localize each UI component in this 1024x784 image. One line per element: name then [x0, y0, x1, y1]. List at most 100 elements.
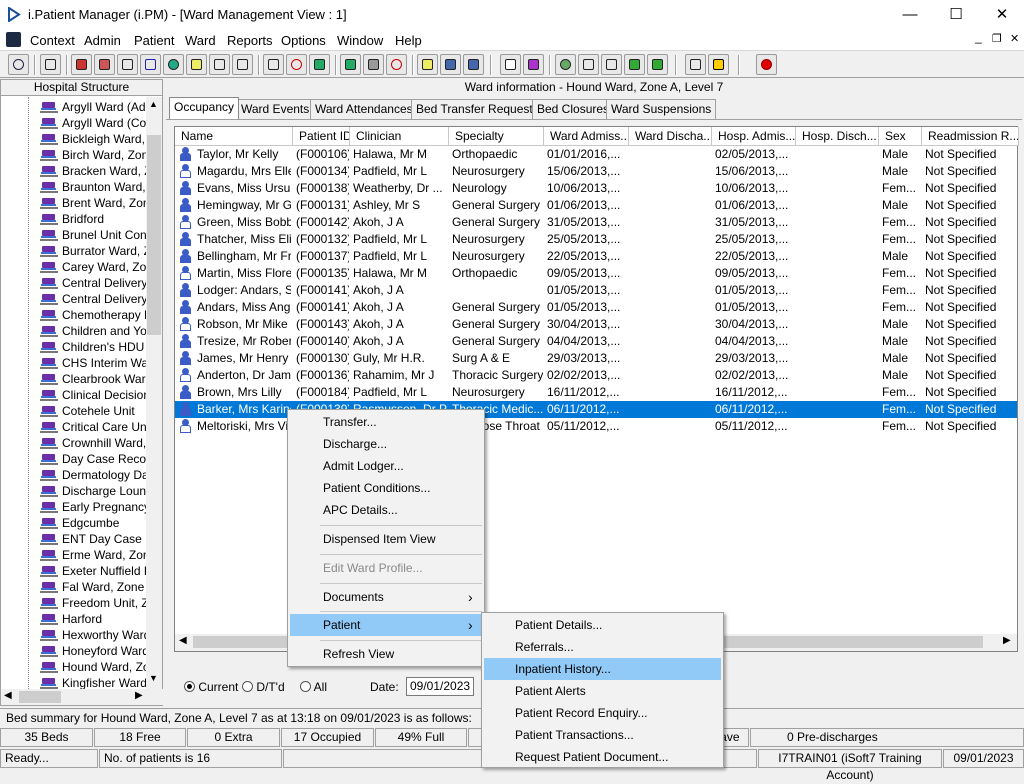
menu-ward[interactable]: Ward: [185, 33, 216, 48]
ambulance-icon[interactable]: [209, 54, 230, 75]
menu-reports[interactable]: Reports: [227, 33, 273, 48]
tab-bed-transfer-requests[interactable]: Bed Transfer Requests: [411, 99, 544, 119]
tree-item-ward[interactable]: Argyll Ward (Adul: [40, 100, 146, 116]
tree-item-ward[interactable]: Erme Ward, Zone: [40, 548, 146, 564]
menu-transfer[interactable]: Transfer...: [290, 411, 482, 433]
notepad-icon[interactable]: [417, 54, 438, 75]
tree-item-ward[interactable]: Burrator Ward, Zo: [40, 244, 146, 260]
menu-admin[interactable]: Admin: [84, 33, 121, 48]
tree-item-ward[interactable]: Clinical Decision U: [40, 388, 146, 404]
mail-icon[interactable]: [140, 54, 161, 75]
table-row[interactable]: James, Mr Henry (F000130) Guly, Mr H.R. Sur…: [175, 350, 1017, 367]
menu-patient-conditions[interactable]: Patient Conditions...: [290, 477, 482, 499]
tree-item-ward[interactable]: Crownhill Ward, Z: [40, 436, 146, 452]
transfer-icon[interactable]: [685, 54, 706, 75]
table-row[interactable]: Evans, Miss Ursul... (F000138) Weatherby, …: [175, 180, 1017, 197]
scroll-up-arrow[interactable]: ▲: [149, 99, 158, 109]
clipboard-icon[interactable]: [340, 54, 361, 75]
menu-referrals[interactable]: Referrals...: [484, 636, 721, 658]
column-header[interactable]: Specialty: [449, 127, 544, 146]
menu-patient[interactable]: Patient: [134, 33, 174, 48]
menu-patient[interactable]: Patient: [290, 614, 482, 636]
mdi-system-icon[interactable]: [6, 32, 21, 47]
date-field[interactable]: 09/01/2023: [406, 677, 474, 696]
menu-admit-lodger[interactable]: Admit Lodger...: [290, 455, 482, 477]
scroll-left-arrow[interactable]: ◀: [4, 690, 12, 701]
tab-occupancy[interactable]: Occupancy: [169, 97, 240, 119]
monitor-icon[interactable]: [309, 54, 330, 75]
menu-patient-details[interactable]: Patient Details...: [484, 614, 721, 636]
tree-item-ward[interactable]: Bickleigh Ward, Z: [40, 132, 146, 148]
tree-item-ward[interactable]: Discharge Loung: [40, 484, 146, 500]
tree-item-ward[interactable]: Exeter Nuffield He: [40, 564, 146, 580]
menu-context[interactable]: Context: [30, 33, 75, 48]
exit-icon[interactable]: [756, 54, 777, 75]
bar-chart-icon[interactable]: [523, 54, 544, 75]
menu-refresh-view[interactable]: Refresh View: [290, 643, 482, 665]
scroll-down-arrow[interactable]: ▼: [149, 673, 158, 683]
tree-item-ward[interactable]: Clearbrook Ward,: [40, 372, 146, 388]
review-icon[interactable]: [601, 54, 622, 75]
person-icon[interactable]: [163, 54, 184, 75]
tree-vertical-scrollbar[interactable]: ▲ ▼: [146, 97, 162, 689]
document-icon[interactable]: [500, 54, 521, 75]
table-row[interactable]: Andars, Miss Ang... (F000141) Akoh, J A Gen…: [175, 299, 1017, 316]
menu-help[interactable]: Help: [395, 33, 422, 48]
column-header[interactable]: Clinician: [350, 127, 449, 146]
column-header[interactable]: Name: [175, 127, 293, 146]
casenote-icon[interactable]: [71, 54, 92, 75]
tree-item-ward[interactable]: Argyll Ward (Cots: [40, 116, 146, 132]
table-row[interactable]: Martin, Miss Flore... (F000135) Halawa, Mr…: [175, 265, 1017, 282]
tree-item-ward[interactable]: Brunel Unit Contin: [40, 228, 146, 244]
clock-icon[interactable]: [286, 54, 307, 75]
table-row[interactable]: Taylor, Mr Kelly (F000106) Halawa, Mr M Ort…: [175, 146, 1017, 163]
menu-inpatient-history[interactable]: Inpatient History...: [484, 658, 721, 680]
warning-icon[interactable]: [708, 54, 729, 75]
tree-item-ward[interactable]: Carey Ward, Zon: [40, 260, 146, 276]
timer-icon[interactable]: [386, 54, 407, 75]
scroll-thumb[interactable]: [19, 691, 61, 703]
tree-item-ward[interactable]: Birch Ward, Zone: [40, 148, 146, 164]
tree-item-ward[interactable]: Central Delivery S: [40, 276, 146, 292]
tree-item-ward[interactable]: Braunton Ward, Z: [40, 180, 146, 196]
table-row[interactable]: Brown, Mrs Lilly (F000184) Padfield, Mr L N…: [175, 384, 1017, 401]
checklist-icon[interactable]: [578, 54, 599, 75]
network-icon[interactable]: [555, 54, 576, 75]
menu-window[interactable]: Window: [337, 33, 383, 48]
tree-item-ward[interactable]: Children and You: [40, 324, 146, 340]
tree-item-ward[interactable]: Children's HDU (V: [40, 340, 146, 356]
tree-item-ward[interactable]: Hound Ward, Zor: [40, 660, 146, 676]
column-header[interactable]: Sex: [879, 127, 922, 146]
menu-documents[interactable]: Documents: [290, 586, 482, 608]
tree-item-ward[interactable]: Hexworthy Ward,: [40, 628, 146, 644]
column-header[interactable]: Patient ID: [293, 127, 350, 146]
table-row[interactable]: Bellingham, Mr Fr... (F000137) Padfield, M…: [175, 248, 1017, 265]
maximize-button[interactable]: ☐: [941, 4, 971, 26]
tree-item-ward[interactable]: Bridford: [40, 212, 146, 228]
transport-icon[interactable]: [232, 54, 253, 75]
dtd-radio[interactable]: D/T'd: [242, 680, 285, 694]
column-header[interactable]: Readmission R...: [922, 127, 1019, 146]
tree-item-ward[interactable]: Freedom Unit, Zo: [40, 596, 146, 612]
menu-patient-transactions[interactable]: Patient Transactions...: [484, 724, 721, 746]
table-row[interactable]: Robson, Mr Mike (F000143) Akoh, J A General…: [175, 316, 1017, 333]
table-row[interactable]: Tresize, Mr Robert (F000140) Akoh, J A Gene…: [175, 333, 1017, 350]
tab-ward-events[interactable]: Ward Events: [236, 99, 315, 119]
menu-patient-record-enquiry[interactable]: Patient Record Enquiry...: [484, 702, 721, 724]
find-icon[interactable]: [263, 54, 284, 75]
close-button[interactable]: ✕: [987, 4, 1017, 26]
tree-item-ward[interactable]: Chemotherapy Da: [40, 308, 146, 324]
table-row[interactable]: Green, Miss Bobb... (F000142) Akoh, J A Gen…: [175, 214, 1017, 231]
scroll-left-arrow[interactable]: ◀: [179, 635, 187, 646]
tree-item-ward[interactable]: ENT Day Case U: [40, 532, 146, 548]
tree-item-ward[interactable]: Fal Ward, Zone E: [40, 580, 146, 596]
notes-icon[interactable]: [186, 54, 207, 75]
tree-item-ward[interactable]: Honeyford Ward,: [40, 644, 146, 660]
tab-ward-attendances[interactable]: Ward Attendances: [310, 99, 418, 119]
column-header[interactable]: Hosp. Admis...: [712, 127, 796, 146]
tree-item-ward[interactable]: Cotehele Unit: [40, 404, 146, 420]
tree-item-ward[interactable]: Edgcumbe: [40, 516, 146, 532]
tab-bed-closures[interactable]: Bed Closures: [532, 99, 615, 119]
tree-item-ward[interactable]: Bracken Ward, Z: [40, 164, 146, 180]
column-header[interactable]: Ward Admiss...: [544, 127, 629, 146]
